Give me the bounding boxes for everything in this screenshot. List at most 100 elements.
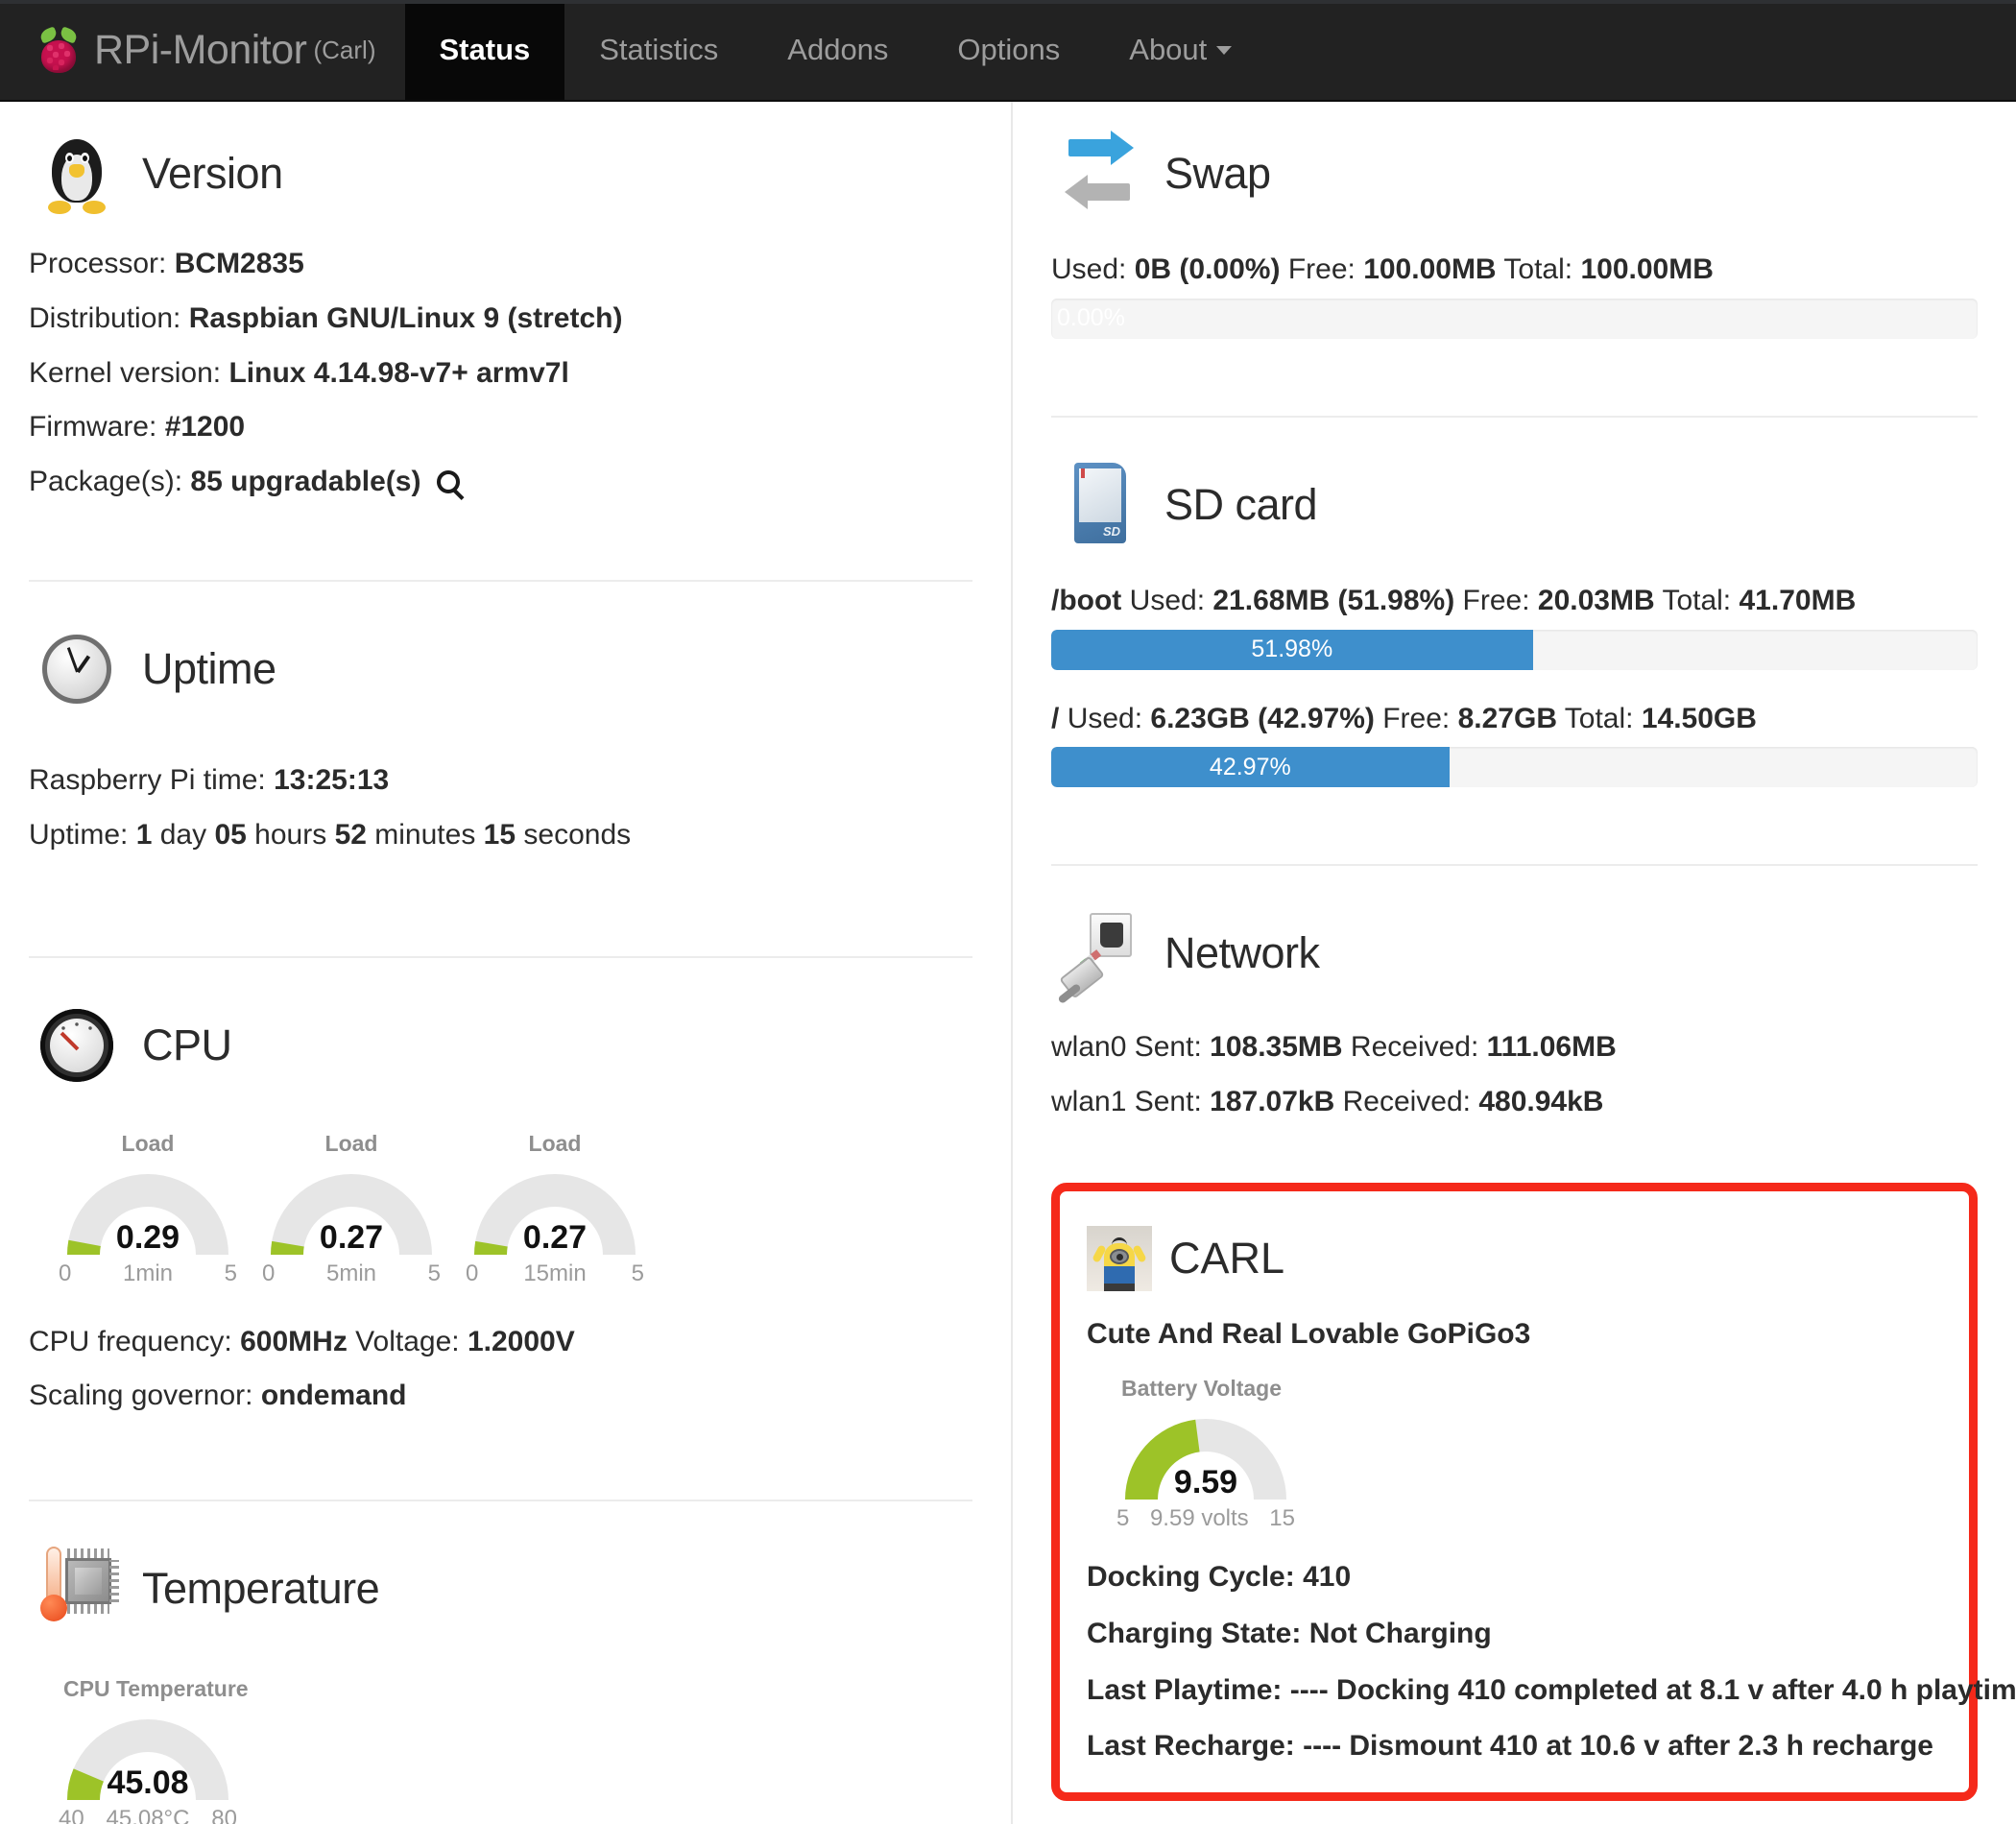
navbar-top-edge <box>0 0 2016 4</box>
tab-options-label: Options <box>957 33 1061 66</box>
tab-about[interactable]: About <box>1094 0 1266 100</box>
carl-rows: Docking Cycle: 410 Charging State: Not C… <box>1087 1561 2016 1764</box>
kernel-value: Linux 4.14.98-v7+ armv7l <box>228 356 569 389</box>
wlan1-received-value: 480.94kB <box>1478 1086 1604 1118</box>
swap-free-value: 100.00MB <box>1363 253 1497 285</box>
gauge-load-1min-dial: 0.29 <box>63 1170 232 1259</box>
row-firmware: Firmware: #1200 <box>29 411 972 444</box>
brand-subtitle: (Carl) <box>313 35 376 64</box>
gauge-min: 0 <box>59 1260 72 1286</box>
gauge-value: 45.08 <box>107 1764 189 1802</box>
sd-root-used-label: Used: <box>1067 702 1143 734</box>
nav-items: Status Statistics Addons Options About <box>404 0 1267 100</box>
sd-boot-used-label: Used: <box>1129 584 1206 616</box>
swap-free-label: Free: <box>1287 253 1356 285</box>
swap-total-value: 100.00MB <box>1580 253 1714 285</box>
sd-root-progress-fill: 42.97% <box>1051 747 1450 788</box>
left-column: Version Processor: BCM2835 Distribution:… <box>0 102 1011 1824</box>
wlan0-name: wlan0 <box>1051 1031 1127 1064</box>
magnifier-icon[interactable] <box>436 470 460 494</box>
sd-boot-total-label: Total: <box>1662 584 1732 616</box>
tab-status[interactable]: Status <box>404 0 565 100</box>
cpu-load-gauges: Load 0.29 0 1min 5 Load 0.27 0 5min 5 Lo… <box>29 1131 972 1287</box>
gauge-mid: 1min <box>122 1260 174 1286</box>
panel-carl-outer: CARL Cute And Real Lovable GoPiGo3 Batte… <box>1051 1158 2016 1802</box>
speedometer-icon <box>29 997 125 1093</box>
last-playtime-label: Last Playtime: <box>1087 1673 1283 1706</box>
sd-root-used-percent: (42.97%) <box>1258 702 1375 734</box>
sd-root-progress-bar: 42.97% <box>1051 747 1978 788</box>
carl-tagline: Cute And Real Lovable GoPiGo3 <box>1087 1317 1531 1350</box>
swap-total-label: Total: <box>1503 253 1573 285</box>
freq-label: CPU frequency: <box>29 1325 232 1357</box>
rpi-monitor-page: RPi-Monitor (Carl) Status Statistics Add… <box>0 0 2016 1824</box>
right-column: Swap Used: 0B (0.00%) Free: 100.00MB Tot… <box>1011 102 2016 1824</box>
row-packages: Package(s): 85 upgradable(s) <box>29 466 972 499</box>
gauge-load-5min-scale: 0 5min 5 <box>262 1260 441 1287</box>
sd-boot-progress-bar: 51.98% <box>1051 629 1978 670</box>
sd-root-used-value: 6.23GB <box>1150 702 1250 734</box>
gauge-min: 40 <box>59 1806 84 1824</box>
gauge-cpu-temperature-scale: 40 45.08°C 80 <box>59 1806 237 1824</box>
gauge-cpu-temperature: CPU Temperature 45.08 40 45.08°C 80 <box>46 1676 250 1824</box>
row-kernel: Kernel version: Linux 4.14.98-v7+ armv7l <box>29 357 972 391</box>
panel-carl-highlight-box: CARL Cute And Real Lovable GoPiGo3 Batte… <box>1051 1182 2016 1802</box>
uptime-minutes-unit: minutes <box>374 818 476 851</box>
tab-statistics[interactable]: Statistics <box>564 0 753 100</box>
voltage-label: Voltage: <box>355 1325 460 1357</box>
row-wlan1: wlan1 Sent: 187.07kB Received: 480.94kB <box>1051 1086 1978 1119</box>
uptime-header: Uptime <box>29 616 972 722</box>
brand-link[interactable]: RPi-Monitor (Carl) <box>0 0 405 100</box>
gauge-mid: 45.08°C <box>106 1806 190 1824</box>
uptime-hours-unit: hours <box>254 818 327 851</box>
panel-temperature: Temperature CPU Temperature 45.08 40 45.… <box>29 1500 972 1824</box>
freq-value: 600MHz <box>240 1325 348 1357</box>
status-columns: Version Processor: BCM2835 Distribution:… <box>0 102 2016 1824</box>
temperature-title: Temperature <box>142 1564 380 1614</box>
version-title: Version <box>142 149 283 198</box>
gauge-battery-voltage-dial: 9.59 <box>1121 1415 1290 1503</box>
row-pi-time: Raspberry Pi time: 13:25:13 <box>29 764 972 798</box>
row-last-recharge: Last Recharge: ---- Dismount 410 at 10.6… <box>1087 1730 1940 1764</box>
tab-options[interactable]: Options <box>923 0 1094 100</box>
version-header: Version <box>29 121 972 227</box>
wlan0-received-value: 111.06MB <box>1486 1031 1617 1064</box>
firmware-value: #1200 <box>164 411 246 444</box>
row-distribution: Distribution: Raspbian GNU/Linux 9 (stre… <box>29 302 972 336</box>
cpu-title: CPU <box>142 1020 232 1069</box>
wlan1-sent-value: 187.07kB <box>1210 1086 1335 1118</box>
panel-network: Network wlan0 Sent: 108.35MB Received: 1… <box>1051 864 1978 1158</box>
gauge-max: 80 <box>211 1806 237 1824</box>
wlan0-sent-label: Sent: <box>1134 1031 1202 1064</box>
network-rows: wlan0 Sent: 108.35MB Received: 111.06MB … <box>1051 1031 1978 1119</box>
sd-root-total-label: Total: <box>1564 702 1634 734</box>
sd-boot-used-value: 21.68MB <box>1212 584 1331 616</box>
network-header: Network <box>1051 900 1978 1006</box>
gauge-load-1min: Load 0.29 0 1min 5 <box>46 1131 250 1287</box>
gauge-value: 0.27 <box>522 1218 588 1256</box>
governor-value: ondemand <box>260 1380 407 1412</box>
temperature-header: Temperature <box>29 1536 972 1642</box>
gauge-battery-voltage-scale: 5 9.59 volts 15 <box>1116 1505 1295 1532</box>
brand-title: RPi-Monitor <box>94 26 307 73</box>
swap-progress-label: 0.00% <box>1057 304 1125 332</box>
sd-root-total-value: 14.50GB <box>1641 702 1757 734</box>
wlan0-sent-value: 108.35MB <box>1210 1031 1343 1064</box>
ethernet-jack-icon <box>1051 905 1147 1005</box>
processor-value: BCM2835 <box>174 248 304 279</box>
swap-rows: Used: 0B (0.00%) Free: 100.00MB Total: 1… <box>1051 253 1978 339</box>
tab-addons[interactable]: Addons <box>753 0 923 100</box>
pi-time-value: 13:25:13 <box>274 763 390 796</box>
minion-robot-avatar <box>1087 1225 1152 1291</box>
row-swap-usage: Used: 0B (0.00%) Free: 100.00MB Total: 1… <box>1051 253 1978 287</box>
gauge-value: 0.29 <box>115 1218 180 1256</box>
network-title: Network <box>1164 928 1320 978</box>
panel-swap: Swap Used: 0B (0.00%) Free: 100.00MB Tot… <box>1051 102 1978 416</box>
tux-penguin-icon <box>29 126 125 222</box>
row-wlan0: wlan0 Sent: 108.35MB Received: 111.06MB <box>1051 1031 1978 1065</box>
thermometer-chip-icon <box>29 1541 125 1637</box>
sd-root-free-label: Free: <box>1382 702 1451 734</box>
last-recharge-label: Last Recharge: <box>1087 1730 1295 1763</box>
sd-boot-progress-fill: 51.98% <box>1051 629 1533 670</box>
uptime-days: 1 <box>135 818 153 851</box>
